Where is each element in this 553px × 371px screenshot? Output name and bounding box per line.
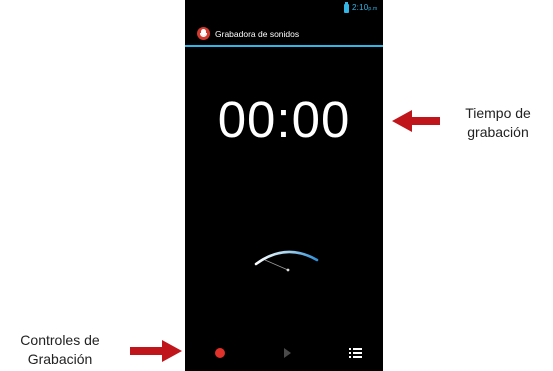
microphone-icon[interactable] xyxy=(197,27,210,40)
level-meter-arc xyxy=(254,250,319,266)
play-button[interactable] xyxy=(272,340,302,366)
list-icon xyxy=(349,348,362,358)
play-icon xyxy=(284,348,291,358)
status-time: 2:10p.m xyxy=(352,3,377,12)
status-time-ampm: p.m xyxy=(368,6,378,12)
recording-timer: 00:00 xyxy=(217,91,351,148)
status-bar: 2:10p.m xyxy=(185,0,383,17)
annotation-recording-controls: Controles de Grabación xyxy=(0,331,120,369)
record-button[interactable] xyxy=(205,340,235,366)
figure-canvas: 2:10p.m Grabadora de sonidos 00:00 Tiemp… xyxy=(0,0,553,371)
action-bar-divider xyxy=(185,45,383,47)
battery-icon xyxy=(344,2,349,13)
record-icon xyxy=(215,348,225,358)
action-bar: Grabadora de sonidos xyxy=(185,23,383,45)
annotation-recording-time: Tiempo de grabación xyxy=(443,104,553,142)
arrow-to-timer xyxy=(392,110,440,132)
annotation-recording-controls-line2: Grabación xyxy=(27,351,93,367)
arrow-to-controls xyxy=(130,340,182,362)
level-meter-needle xyxy=(264,259,289,271)
recording-controls xyxy=(185,340,383,366)
app-title: Grabadora de sonidos xyxy=(215,29,300,39)
recordings-list-button[interactable] xyxy=(340,340,370,366)
annotation-recording-controls-line1: Controles de xyxy=(20,332,100,348)
annotation-recording-time-line2: grabación xyxy=(467,124,529,140)
status-time-value: 2:10 xyxy=(352,3,369,12)
annotation-recording-time-line1: Tiempo de xyxy=(465,105,531,121)
level-meter xyxy=(254,250,319,272)
level-meter-pivot xyxy=(286,268,290,272)
phone-screen: 2:10p.m Grabadora de sonidos 00:00 xyxy=(185,0,383,371)
